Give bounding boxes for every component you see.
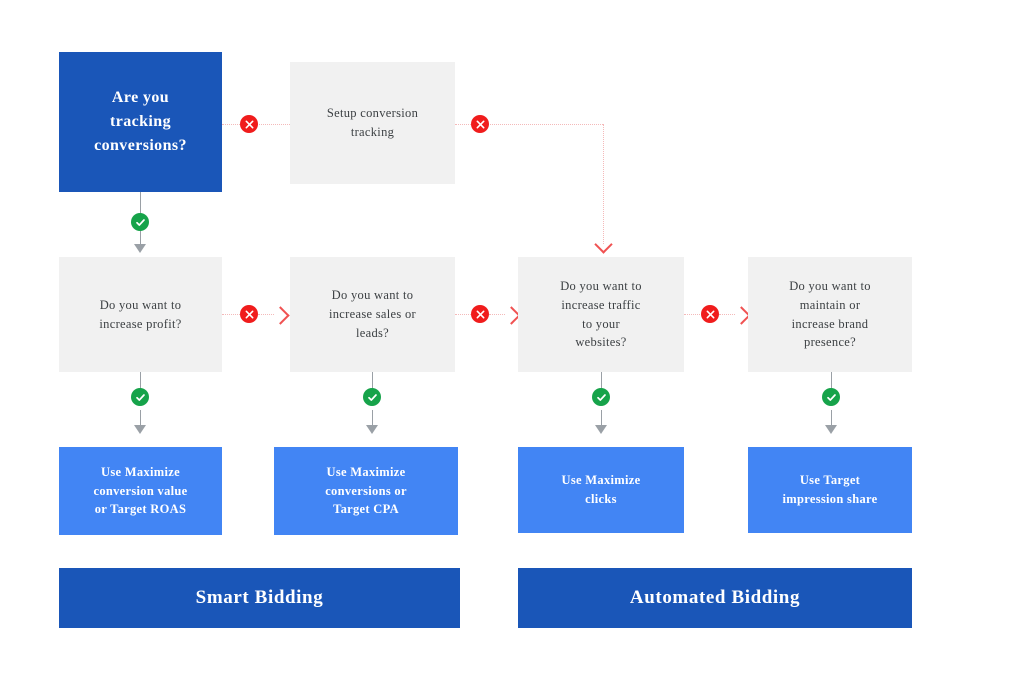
check-circle-icon	[131, 388, 149, 406]
check-circle-icon	[131, 213, 149, 231]
node-result-maximize-clicks[interactable]: Use Maximize clicks	[518, 447, 684, 533]
node-result-target-impression-share-label: Use Target impression share	[782, 473, 878, 506]
node-result-target-impression-share[interactable]: Use Target impression share	[748, 447, 912, 533]
cross-circle-icon	[701, 305, 719, 323]
node-result-maximize-conversions[interactable]: Use Maximize conversions or Target CPA	[274, 447, 458, 535]
connector-traffic-to-brand-dots-a	[684, 314, 700, 315]
node-question-brand-presence-label: Do you want to maintain or increase bran…	[789, 279, 871, 350]
flowchart-canvas: Are you tracking conversions? Setup conv…	[0, 0, 1024, 682]
banner-automated-bidding-label: Automated Bidding	[629, 586, 801, 608]
cross-circle-icon	[471, 115, 489, 133]
connector-sales-to-traffic-dots-a	[455, 314, 471, 315]
node-are-you-tracking-conversions-label: Are you tracking conversions?	[94, 89, 187, 154]
check-circle-icon	[363, 388, 381, 406]
connector-sales-to-cpa-arrow	[366, 425, 378, 434]
node-are-you-tracking-conversions[interactable]: Are you tracking conversions?	[59, 52, 222, 192]
node-question-increase-sales-or-leads[interactable]: Do you want to increase sales or leads?	[290, 257, 455, 372]
node-setup-conversion-tracking[interactable]: Setup conversion tracking	[290, 62, 455, 184]
node-question-increase-sales-or-leads-label: Do you want to increase sales or leads?	[328, 288, 416, 340]
connector-profit-to-sales-dots-a	[222, 314, 240, 315]
check-circle-icon	[822, 388, 840, 406]
connector-brand-to-impression-arrow	[825, 425, 837, 434]
node-result-maximize-conversions-label: Use Maximize conversions or Target CPA	[325, 464, 407, 517]
node-result-maximize-conversion-value[interactable]: Use Maximize conversion value or Target …	[59, 447, 222, 535]
banner-smart-bidding-label: Smart Bidding	[195, 586, 324, 608]
cross-circle-icon	[471, 305, 489, 323]
node-question-increase-traffic[interactable]: Do you want to increase traffic to your …	[518, 257, 684, 372]
connector-start-to-profit-arrow	[134, 244, 146, 253]
node-result-maximize-clicks-label: Use Maximize clicks	[561, 473, 641, 506]
node-setup-conversion-tracking-label: Setup conversion tracking	[326, 106, 419, 139]
banner-smart-bidding[interactable]: Smart Bidding	[59, 568, 460, 628]
connector-profit-to-sales-arrowhead	[271, 306, 290, 325]
cross-circle-icon	[240, 115, 258, 133]
node-question-brand-presence[interactable]: Do you want to maintain or increase bran…	[748, 257, 912, 372]
node-question-increase-profit[interactable]: Do you want to increase profit?	[59, 257, 222, 372]
connector-profit-to-roas-arrow	[134, 425, 146, 434]
cross-circle-icon	[240, 305, 258, 323]
node-question-increase-traffic-label: Do you want to increase traffic to your …	[560, 279, 642, 350]
connector-traffic-to-clicks-arrow	[595, 425, 607, 434]
node-result-maximize-conversion-value-label: Use Maximize conversion value or Target …	[93, 464, 188, 517]
connector-setup-to-traffic-arrowhead	[594, 235, 613, 254]
banner-automated-bidding[interactable]: Automated Bidding	[518, 568, 912, 628]
connector-setup-to-traffic-dots-v	[603, 124, 604, 244]
node-question-increase-profit-label: Do you want to increase profit?	[99, 297, 182, 331]
check-circle-icon	[592, 388, 610, 406]
